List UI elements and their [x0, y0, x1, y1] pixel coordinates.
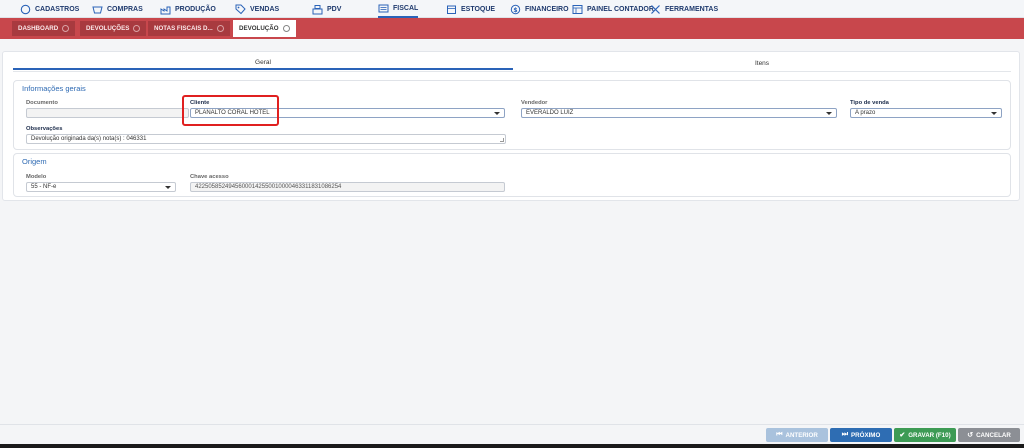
observacoes-label: Observações	[26, 126, 63, 132]
anterior-button[interactable]: ⏮ ANTERIOR	[766, 428, 828, 442]
chevron-down-icon	[165, 186, 171, 189]
menu-cadastros[interactable]: CADASTROS	[20, 0, 79, 18]
highlight-box	[182, 95, 279, 126]
chevron-down-icon	[991, 112, 997, 115]
tag-icon	[235, 4, 246, 15]
svg-text:$: $	[513, 6, 517, 13]
register-icon	[312, 4, 323, 15]
box-icon	[446, 4, 457, 15]
modelo-select[interactable]: 55 - NF-e	[26, 182, 176, 192]
menu-painel-contador[interactable]: PAINEL CONTADOR	[572, 0, 654, 18]
undo-icon: ↺	[967, 432, 974, 439]
gravar-button[interactable]: ✔ GRAVAR (F10)	[894, 428, 956, 442]
chave-acesso-label: Chave acesso	[190, 174, 229, 180]
menu-financeiro[interactable]: $ FINANCEIRO	[510, 0, 569, 18]
chevron-down-icon	[826, 112, 832, 115]
subtab-geral[interactable]: Geral	[13, 56, 513, 70]
dollar-icon: $	[510, 4, 521, 15]
check-icon: ✔	[899, 432, 906, 439]
section-title: Origem	[22, 157, 47, 166]
circle-icon	[20, 4, 31, 15]
top-menu: CADASTROS COMPRAS PRODUÇÃO VENDAS PDV FI…	[0, 0, 1024, 18]
chevron-down-icon	[494, 112, 500, 115]
documento-field[interactable]	[26, 108, 189, 118]
section-informacoes-gerais: Informações gerais Documento Cliente PLA…	[13, 80, 1011, 150]
close-icon[interactable]	[282, 25, 290, 32]
close-icon[interactable]	[62, 25, 70, 32]
menu-producao[interactable]: PRODUÇÃO	[160, 0, 216, 18]
tab-bar: DASHBOARD DEVOLUÇÕES NOTAS FISCAIS D... …	[0, 18, 1024, 39]
tab-notas-fiscais[interactable]: NOTAS FISCAIS D...	[148, 21, 230, 36]
subtab-divider	[13, 71, 1011, 72]
document-icon	[378, 3, 389, 14]
vendedor-select[interactable]: EVERALDO LUIZ	[521, 108, 837, 118]
factory-icon	[160, 4, 171, 15]
modelo-label: Modelo	[26, 174, 47, 180]
observacoes-textarea[interactable]: Devolução originada da(s) nota(s) : 0463…	[26, 134, 506, 144]
cancelar-button[interactable]: ↺ CANCELAR	[958, 428, 1020, 442]
vendedor-label: Vendedor	[521, 100, 548, 106]
tools-icon	[650, 4, 661, 15]
tab-devolucoes[interactable]: DEVOLUÇÕES	[80, 21, 147, 36]
section-origem: Origem Modelo 55 - NF-e Chave acesso 422…	[13, 153, 1011, 197]
skip-back-icon: ⏮	[776, 431, 783, 438]
tipo-venda-select[interactable]: A prazo	[850, 108, 1002, 118]
subtab-itens[interactable]: Itens	[513, 56, 1011, 70]
skip-forward-icon: ⏭	[841, 431, 849, 438]
section-title: Informações gerais	[22, 84, 86, 93]
resize-handle-icon[interactable]	[500, 138, 504, 142]
documento-label: Documento	[26, 100, 58, 106]
form-panel: Geral Itens Informações gerais Documento…	[2, 51, 1020, 201]
panel-icon	[572, 4, 583, 15]
close-icon[interactable]	[216, 25, 224, 32]
close-icon[interactable]	[133, 25, 141, 32]
chave-acesso-field[interactable]: 4225058524945600014255001000046331183108…	[190, 182, 505, 192]
menu-estoque[interactable]: ESTOQUE	[446, 0, 495, 18]
tipo-venda-label: Tipo de venda	[850, 100, 889, 106]
basket-icon	[92, 4, 103, 15]
menu-fiscal[interactable]: FISCAL	[378, 0, 419, 18]
menu-vendas[interactable]: VENDAS	[235, 0, 279, 18]
screen-edge	[0, 444, 1024, 448]
menu-ferramentas[interactable]: FERRAMENTAS	[650, 0, 718, 18]
menu-compras[interactable]: COMPRAS	[92, 0, 143, 18]
menu-pdv[interactable]: PDV	[312, 0, 341, 18]
proximo-button[interactable]: ⏭ PRÓXIMO	[830, 428, 892, 442]
tab-dashboard[interactable]: DASHBOARD	[12, 21, 76, 36]
tab-devolucao[interactable]: DEVOLUÇÃO	[233, 20, 296, 37]
